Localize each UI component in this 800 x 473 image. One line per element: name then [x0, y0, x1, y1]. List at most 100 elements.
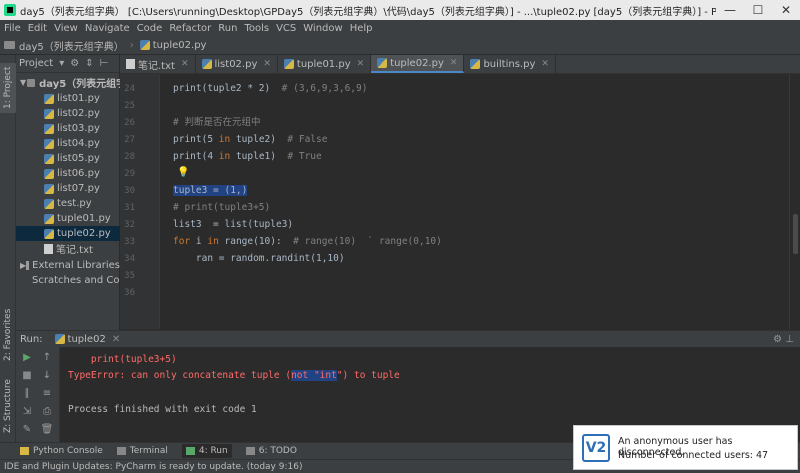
line-number: 33: [124, 237, 135, 247]
scroll-down-icon[interactable]: ↓: [40, 369, 54, 383]
editor-scrollbar[interactable]: [789, 74, 800, 329]
tree-file[interactable]: list06.py: [16, 166, 120, 181]
line-number: 34: [124, 254, 135, 264]
run-tab-button[interactable]: 4: Run: [181, 444, 232, 458]
tree-file[interactable]: list02.py: [16, 106, 120, 121]
code-line-selected: tuple3 = (1,): [173, 185, 248, 196]
menu-refactor[interactable]: Refactor: [169, 23, 211, 34]
menu-tools[interactable]: Tools: [244, 23, 269, 34]
pause-icon[interactable]: ∥: [20, 387, 34, 401]
tab-tuple02[interactable]: tuple02.py ✕: [371, 55, 465, 73]
restore-layout-icon[interactable]: ⇲: [20, 405, 34, 419]
menu-run[interactable]: Run: [218, 23, 237, 34]
tool-tab-favorites[interactable]: 2: Favorites: [0, 305, 16, 365]
project-panel-title[interactable]: Project: [19, 58, 53, 69]
menu-code[interactable]: Code: [137, 23, 163, 34]
code-line: ran = random.randint(1,10): [173, 253, 345, 264]
todo-icon: [245, 447, 255, 455]
breadcrumb-file[interactable]: tuple02.py: [153, 40, 207, 51]
tree-file[interactable]: list05.py: [16, 151, 120, 166]
python-file-icon: [44, 198, 54, 209]
console-error-line: TypeError: can only concatenate tuple (n…: [68, 370, 400, 381]
tree-external-label: External Libraries: [32, 260, 120, 271]
python-console-tab[interactable]: Python Console: [20, 446, 103, 456]
trash-icon[interactable]: 🗑: [40, 423, 54, 437]
tab-notes[interactable]: 笔记.txt ✕: [120, 55, 196, 73]
close-icon[interactable]: ✕: [112, 334, 120, 345]
scroll-up-icon[interactable]: ↑: [40, 351, 54, 365]
status-text[interactable]: IDE and Plugin Updates: PyCharm is ready…: [4, 462, 302, 472]
menu-edit[interactable]: Edit: [28, 23, 47, 34]
tool-tab-project[interactable]: 1: Project: [0, 63, 16, 113]
pycharm-logo-icon: [4, 4, 16, 16]
tab-list02[interactable]: list02.py ✕: [196, 55, 278, 73]
menu-file[interactable]: File: [4, 23, 21, 34]
hide-icon[interactable]: ⊢: [100, 58, 109, 69]
tree-file[interactable]: 笔记.txt: [16, 241, 120, 256]
tab-tuple01[interactable]: tuple01.py ✕: [278, 55, 372, 73]
tree-root[interactable]: ▼ day5（列表元组字典）: [16, 75, 120, 90]
notification-popup[interactable]: V2 An anonymous user has disconnected. N…: [573, 425, 798, 470]
close-icon[interactable]: ✕: [181, 59, 189, 69]
tree-file-selected[interactable]: tuple02.py: [16, 226, 120, 241]
tree-file[interactable]: list04.py: [16, 136, 120, 151]
tree-file-label: list07.py: [57, 183, 100, 194]
tab-label: tuple01.py: [296, 58, 351, 70]
stop-icon[interactable]: ■: [20, 369, 34, 383]
library-icon: [26, 261, 30, 270]
tree-file[interactable]: list07.py: [16, 181, 120, 196]
breadcrumb-project[interactable]: day5（列表元组字典）: [19, 38, 124, 53]
rerun-icon[interactable]: ▶: [20, 351, 34, 365]
minimize-button[interactable]: —: [716, 3, 744, 17]
menu-help[interactable]: Help: [350, 23, 373, 34]
line-number-gutter[interactable]: 24 25 26 27 28 29 30 31 32 33 34 35 36: [120, 74, 160, 329]
tree-external-libraries[interactable]: ▶ External Libraries: [16, 258, 120, 273]
sort-icon[interactable]: ⇕: [85, 58, 93, 69]
tool-tab-structure[interactable]: Z: Structure: [0, 375, 16, 437]
close-icon[interactable]: ✕: [450, 58, 458, 68]
tab-label: builtins.py: [483, 58, 536, 70]
tree-root-label: day5（列表元组字典）: [39, 79, 120, 90]
python-file-icon: [470, 59, 481, 69]
menu-window[interactable]: Window: [303, 23, 342, 34]
tab-builtins[interactable]: builtins.py ✕: [464, 55, 556, 73]
code-line: # print(tuple3+5): [173, 202, 271, 213]
tree-file-label: tuple02.py: [57, 228, 111, 239]
code-editor[interactable]: print(tuple2 * 2) # (3,6,9,3,6,9) # 判断是否…: [161, 74, 789, 329]
line-number: 29: [124, 169, 135, 179]
lightbulb-icon[interactable]: 💡: [177, 166, 189, 180]
tree-scratches[interactable]: Scratches and Consoles: [16, 273, 120, 288]
chevron-down-icon[interactable]: ▾: [59, 58, 64, 69]
menu-vcs[interactable]: VCS: [276, 23, 296, 34]
pin-icon[interactable]: ✎: [20, 423, 34, 437]
close-button[interactable]: ✕: [772, 3, 800, 17]
line-number: 28: [124, 152, 135, 162]
folder-icon: [26, 78, 36, 87]
tree-file[interactable]: list01.py: [16, 91, 120, 106]
tab-label: 笔记.txt: [138, 60, 175, 72]
scrollbar-thumb[interactable]: [793, 214, 798, 254]
chevron-down-icon: ▼: [20, 78, 27, 87]
tree-file[interactable]: test.py: [16, 196, 120, 211]
maximize-button[interactable]: ☐: [744, 3, 772, 17]
python-file-icon: [377, 58, 388, 68]
tree-file-label: list03.py: [57, 123, 100, 134]
print-icon[interactable]: ⎙: [40, 405, 54, 419]
tree-scratches-label: Scratches and Consoles: [32, 275, 120, 286]
settings-icon[interactable]: ⚙ ⊥: [773, 334, 794, 345]
soft-wrap-icon[interactable]: ≡: [40, 387, 54, 401]
menu-navigate[interactable]: Navigate: [85, 23, 130, 34]
tree-file[interactable]: list03.py: [16, 121, 120, 136]
gear-icon[interactable]: ⚙: [70, 58, 79, 69]
close-icon[interactable]: ✕: [263, 59, 271, 69]
terminal-tab[interactable]: Terminal: [116, 446, 168, 456]
tree-file[interactable]: tuple01.py: [16, 211, 120, 226]
window-title: day5（列表元组字典） [C:\Users\running\Desktop\G…: [20, 6, 716, 18]
menu-view[interactable]: View: [54, 23, 78, 34]
run-tab[interactable]: tuple02 ✕: [54, 334, 120, 345]
close-icon[interactable]: ✕: [357, 59, 365, 69]
todo-tab[interactable]: 6: TODO: [245, 446, 297, 456]
close-icon[interactable]: ✕: [541, 59, 549, 69]
tree-file-label: list01.py: [57, 93, 100, 104]
tree-file-label: 笔记.txt: [56, 245, 93, 256]
